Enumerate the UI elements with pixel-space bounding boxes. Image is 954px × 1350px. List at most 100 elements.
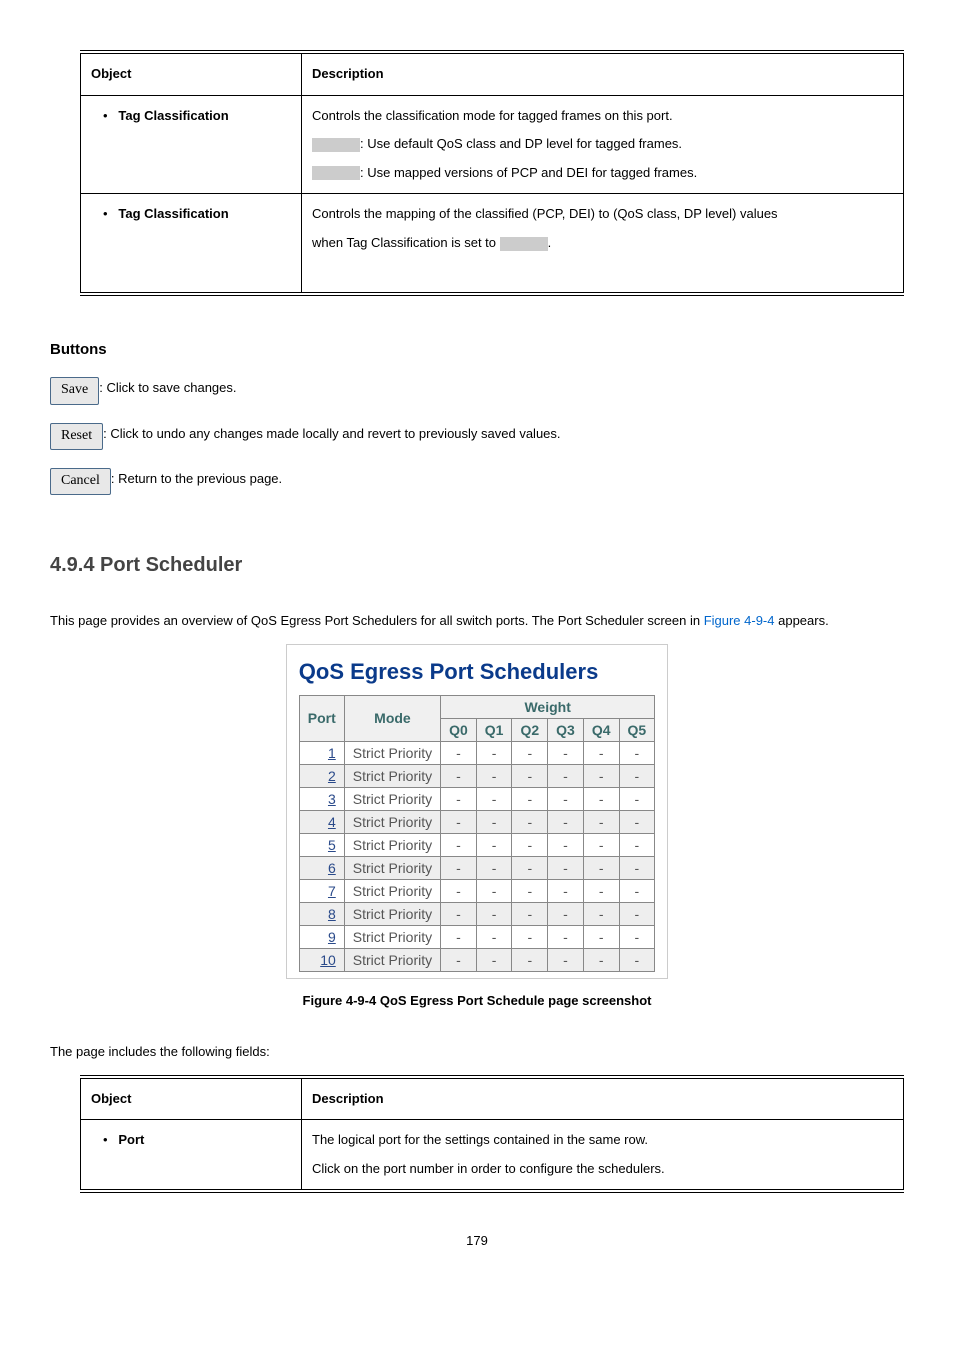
table-row: 6Strict Priority------ (299, 856, 654, 879)
desc-line: The logical port for the settings contai… (312, 1126, 893, 1155)
table-row: 5Strict Priority------ (299, 833, 654, 856)
port-cell: 10 (299, 948, 344, 971)
desc-line: Controls the classification mode for tag… (312, 102, 893, 131)
weight-cell: - (441, 787, 477, 810)
mode-cell: Strict Priority (344, 856, 440, 879)
weight-cell: - (619, 764, 655, 787)
table-row: 8Strict Priority------ (299, 902, 654, 925)
col-description: Description (302, 52, 904, 95)
mode-cell: Strict Priority (344, 833, 440, 856)
table-row: • Tag Classification Controls the classi… (81, 95, 904, 194)
weight-cell: - (619, 833, 655, 856)
weight-cell: - (476, 925, 512, 948)
table-row: 2Strict Priority------ (299, 764, 654, 787)
weight-cell: - (512, 787, 548, 810)
table-row: 3Strict Priority------ (299, 787, 654, 810)
port-link[interactable]: 8 (328, 906, 336, 922)
weight-cell: - (619, 787, 655, 810)
port-cell: 3 (299, 787, 344, 810)
weight-cell: - (619, 948, 655, 971)
weight-cell: - (548, 741, 584, 764)
weight-cell: - (441, 764, 477, 787)
desc-line: : Use mapped versions of PCP and DEI for… (312, 159, 893, 188)
weight-cell: - (583, 764, 619, 787)
weight-cell: - (548, 856, 584, 879)
mode-cell: Strict Priority (344, 741, 440, 764)
save-button[interactable]: Save (50, 377, 99, 404)
weight-cell: - (548, 902, 584, 925)
option-enabled (312, 166, 360, 180)
col-weight-sub: Q5 (619, 718, 655, 741)
weight-cell: - (583, 787, 619, 810)
scheduler-table: Port Mode Weight Q0Q1Q2Q3Q4Q5 1Strict Pr… (299, 695, 655, 972)
weight-cell: - (583, 948, 619, 971)
buttons-heading: Buttons (50, 341, 904, 358)
weight-cell: - (548, 764, 584, 787)
port-label: Port (118, 1132, 144, 1147)
tag-classification-label: Tag Classification (118, 108, 228, 123)
weight-cell: - (441, 856, 477, 879)
port-link[interactable]: 9 (328, 929, 336, 945)
desc-line: Controls the mapping of the classified (… (312, 200, 893, 229)
table-row: 4Strict Priority------ (299, 810, 654, 833)
port-fields-table: Object Description • Port The logical po… (80, 1075, 904, 1194)
port-cell: 1 (299, 741, 344, 764)
scheduler-screenshot: QoS Egress Port Schedulers Port Mode Wei… (286, 644, 668, 979)
col-weight-sub: Q1 (476, 718, 512, 741)
fields-intro: The page includes the following fields: (50, 1038, 904, 1067)
col-description: Description (302, 1077, 904, 1120)
weight-cell: - (619, 810, 655, 833)
section-heading: 4.9.4 Port Scheduler (50, 554, 904, 577)
page-number: 179 (50, 1233, 904, 1248)
scheduler-title: QoS Egress Port Schedulers (299, 659, 655, 685)
port-link[interactable]: 6 (328, 860, 336, 876)
weight-cell: - (512, 833, 548, 856)
cancel-desc: : Return to the previous page. (111, 471, 282, 486)
port-link[interactable]: 10 (320, 952, 336, 968)
weight-cell: - (512, 856, 548, 879)
col-object: Object (81, 1077, 302, 1120)
weight-cell: - (619, 741, 655, 764)
weight-cell: - (583, 879, 619, 902)
figure-link[interactable]: Figure 4-9-4 (704, 613, 775, 628)
desc-line: Click on the port number in order to con… (312, 1155, 893, 1184)
mode-cell: Strict Priority (344, 764, 440, 787)
weight-cell: - (441, 879, 477, 902)
weight-cell: - (583, 925, 619, 948)
port-cell: 9 (299, 925, 344, 948)
weight-cell: - (441, 833, 477, 856)
table-row: 9Strict Priority------ (299, 925, 654, 948)
weight-cell: - (583, 856, 619, 879)
port-cell: 5 (299, 833, 344, 856)
mode-cell: Strict Priority (344, 879, 440, 902)
cancel-button[interactable]: Cancel (50, 468, 111, 495)
save-line: Save: Click to save changes. (50, 376, 904, 403)
weight-cell: - (548, 810, 584, 833)
weight-cell: - (476, 787, 512, 810)
port-link[interactable]: 2 (328, 768, 336, 784)
table-row: 7Strict Priority------ (299, 879, 654, 902)
table-row: 10Strict Priority------ (299, 948, 654, 971)
port-link[interactable]: 4 (328, 814, 336, 830)
weight-cell: - (441, 741, 477, 764)
cancel-line: Cancel: Return to the previous page. (50, 467, 904, 494)
mode-cell: Strict Priority (344, 902, 440, 925)
reset-button[interactable]: Reset (50, 423, 103, 450)
intro-paragraph: This page provides an overview of QoS Eg… (50, 607, 904, 636)
port-link[interactable]: 7 (328, 883, 336, 899)
weight-cell: - (476, 902, 512, 925)
weight-cell: - (548, 879, 584, 902)
weight-cell: - (619, 856, 655, 879)
row-object: • Tag Classification (81, 194, 302, 294)
table-row: • Port The logical port for the settings… (81, 1120, 904, 1192)
weight-cell: - (548, 833, 584, 856)
col-object: Object (81, 52, 302, 95)
port-link[interactable]: 1 (328, 745, 336, 761)
weight-cell: - (512, 879, 548, 902)
tag-classification-label: Tag Classification (118, 206, 228, 221)
port-link[interactable]: 5 (328, 837, 336, 853)
weight-cell: - (476, 833, 512, 856)
port-link[interactable]: 3 (328, 791, 336, 807)
weight-cell: - (512, 741, 548, 764)
weight-cell: - (619, 925, 655, 948)
